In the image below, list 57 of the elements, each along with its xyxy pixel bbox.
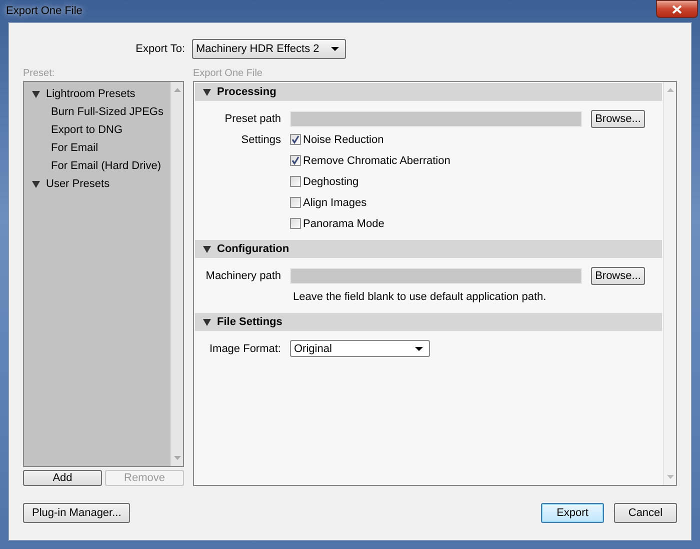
disclosure-triangle-icon[interactable] (203, 318, 211, 326)
format-dropdown[interactable]: Original (290, 340, 430, 357)
path-field[interactable] (290, 268, 582, 284)
check-icon (291, 156, 300, 165)
disclosure-triangle-icon[interactable] (32, 90, 40, 98)
caret-icon (331, 47, 339, 51)
checkbox-option[interactable]: Deghosting (290, 176, 359, 188)
plugin-manager-button[interactable]: Plug-in Manager... (23, 503, 130, 523)
path-field[interactable] (290, 110, 582, 126)
checkbox[interactable] (290, 155, 301, 166)
section-title: File Settings (217, 316, 282, 328)
section-header[interactable]: File Settings (195, 313, 662, 331)
checkbox-option[interactable]: Align Images (290, 196, 367, 208)
field-label: Preset path (224, 112, 281, 124)
window-title: Export One File (6, 5, 82, 17)
cancel-button[interactable]: Cancel (614, 503, 677, 523)
section-title: Configuration (217, 243, 290, 255)
preset-item[interactable]: For Email (Hard Drive) (51, 157, 162, 175)
caret-icon (415, 346, 423, 350)
export-to-dropdown[interactable]: Machinery HDR Effects 2 (192, 39, 346, 59)
scrollbar[interactable] (170, 82, 183, 466)
checkbox[interactable] (290, 134, 301, 145)
section-header[interactable]: Configuration (195, 240, 662, 258)
disclosure-triangle-icon[interactable] (203, 88, 211, 96)
checkbox-label: Align Images (303, 196, 367, 208)
scroll-down-icon[interactable] (666, 475, 674, 479)
export-to-label: Export To: (134, 43, 185, 55)
preset-label: Preset: (23, 67, 56, 81)
checkbox[interactable] (290, 176, 301, 187)
preset-item[interactable]: For Email (51, 139, 98, 157)
scroll-up-icon[interactable] (666, 88, 674, 92)
disclosure-triangle-icon[interactable] (203, 246, 211, 252)
field-label: Machinery path (204, 270, 281, 282)
browse-button[interactable]: Browse... (591, 110, 645, 128)
scrollbar[interactable] (663, 82, 676, 485)
close-button[interactable] (656, 0, 698, 18)
scroll-up-icon[interactable] (174, 88, 180, 92)
preset-folder[interactable]: User Presets (46, 178, 110, 190)
hint-text: Leave the field blank to use default application path. (293, 290, 546, 302)
section-header[interactable]: Processing (195, 83, 662, 101)
disclosure-triangle-icon[interactable] (32, 180, 40, 188)
preset-item[interactable]: Export to DNG (51, 121, 123, 139)
browse-button[interactable]: Browse... (591, 266, 645, 284)
field-label: Image Format: (208, 342, 281, 354)
checkbox-label: Deghosting (303, 176, 359, 188)
section-title: Processing (217, 86, 276, 98)
preset-folder[interactable]: Lightroom Presets (46, 88, 136, 100)
check-icon (291, 135, 300, 144)
panel-label: Export One File (193, 67, 264, 81)
close-icon (672, 4, 682, 14)
scroll-down-icon[interactable] (174, 456, 180, 460)
preset-item[interactable]: Burn Full-Sized JPEGs (51, 103, 164, 121)
add-button[interactable]: Add (23, 470, 102, 486)
settings-label: Settings (241, 134, 281, 146)
checkbox[interactable] (290, 197, 301, 208)
export-button[interactable]: Export (541, 503, 604, 523)
checkbox[interactable] (290, 218, 301, 229)
